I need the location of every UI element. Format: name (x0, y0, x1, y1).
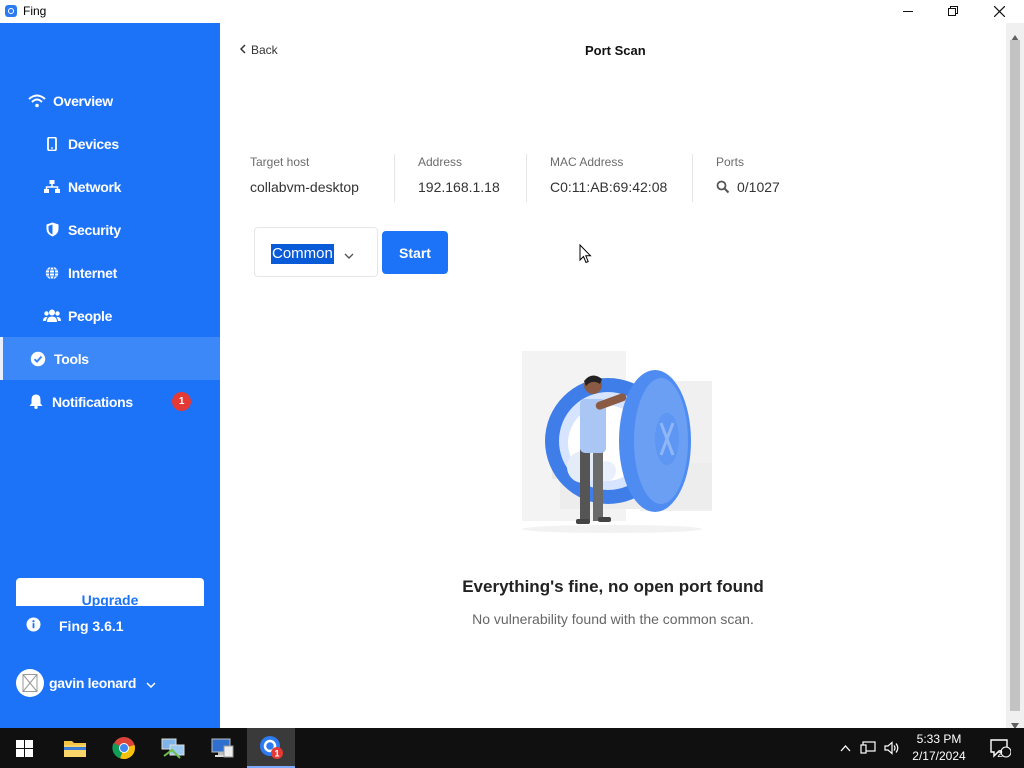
close-button[interactable] (976, 0, 1022, 22)
vertical-scrollbar[interactable] (1006, 23, 1024, 729)
sidebar-item-devices[interactable]: Devices (0, 122, 220, 165)
address-info: Address 192.168.1.18 (418, 155, 500, 195)
mac-label: MAC Address (550, 155, 624, 169)
sidebar-item-notifications[interactable]: Notifications 1 (0, 380, 220, 423)
network-icon (42, 177, 62, 197)
sidebar-item-label: Security (68, 221, 121, 238)
people-icon (42, 306, 62, 326)
globe-icon (42, 263, 62, 283)
fing-app-icon (5, 5, 17, 17)
start-button-windows-icon[interactable] (0, 728, 48, 768)
title-bar: Fing (0, 0, 1024, 23)
scrollbar-thumb[interactable] (1010, 40, 1020, 711)
address-label: Address (418, 155, 463, 169)
sidebar-item-network[interactable]: Network (0, 165, 220, 208)
network-tool-icon[interactable] (149, 728, 197, 768)
scan-type-select[interactable]: Common (254, 227, 378, 277)
divider (394, 154, 395, 202)
sidebar-item-overview[interactable]: Overview (0, 79, 220, 122)
search-icon (716, 180, 730, 194)
ports-value-row: 0/1027 (716, 179, 780, 195)
main-content: Back Port Scan Target host collabvm-desk… (220, 23, 1006, 728)
wifi-icon (27, 91, 47, 111)
sidebar-item-label: Tools (54, 350, 89, 367)
user-name: gavin leonard (49, 675, 137, 691)
target-host-value: collabvm-desktop (250, 179, 359, 195)
version-info: Fing 3.6.1 (26, 617, 124, 635)
mouse-cursor-icon (579, 243, 592, 269)
scroll-down-arrow-icon[interactable] (1011, 716, 1019, 729)
sidebar-item-internet[interactable]: Internet (0, 251, 220, 294)
sidebar-item-security[interactable]: Security (0, 208, 220, 251)
divider (526, 154, 527, 202)
empty-state-title: Everything's fine, no open port found (462, 577, 764, 596)
sidebar-item-tools[interactable]: Tools (0, 337, 220, 380)
window-title: Fing (23, 4, 47, 18)
shield-icon (42, 220, 62, 240)
target-host-info: Target host collabvm-desktop (250, 155, 359, 195)
fing-taskbar-icon[interactable]: 1 (247, 728, 295, 768)
sidebar-item-label: Notifications (52, 393, 133, 410)
back-button[interactable]: Back (239, 43, 278, 57)
mac-info: MAC Address C0:11:AB:69:42:08 (550, 155, 667, 195)
chrome-icon[interactable] (100, 728, 148, 768)
action-center-icon[interactable]: 2 (976, 728, 1024, 768)
network-status-icon[interactable] (860, 741, 876, 755)
chevron-down-icon (146, 675, 156, 691)
info-icon (26, 617, 41, 635)
sidebar: Overview Devices Network Security Intern… (0, 23, 220, 728)
ports-value: 0/1027 (737, 179, 780, 195)
restore-button[interactable] (930, 0, 976, 22)
upgrade-button[interactable]: Upgrade (16, 578, 204, 606)
file-explorer-icon[interactable] (51, 728, 99, 768)
notification-count: 2 (997, 749, 1003, 760)
ports-label: Ports (716, 155, 745, 169)
address-value: 192.168.1.18 (418, 179, 500, 195)
phone-icon (42, 134, 62, 154)
mac-value: C0:11:AB:69:42:08 (550, 179, 668, 195)
sidebar-item-label: Internet (68, 264, 117, 281)
remote-desktop-icon[interactable] (198, 728, 246, 768)
sidebar-item-label: People (68, 307, 113, 324)
page-title: Port Scan (585, 43, 646, 58)
start-button[interactable]: Start (382, 231, 448, 274)
scan-type-value: Common (271, 244, 334, 264)
sidebar-item-label: Network (68, 178, 122, 195)
clock-date: 2/17/2024 (912, 749, 966, 763)
scroll-up-arrow-icon[interactable] (1011, 28, 1019, 41)
back-label: Back (251, 43, 278, 57)
clock-time: 5:33 PM (916, 732, 962, 746)
target-host-label: Target host (250, 155, 310, 169)
taskbar-clock[interactable]: 5:33 PM 2/17/2024 (900, 731, 978, 765)
fing-window: Fing Overview Devices Network Security I… (0, 0, 1024, 729)
taskbar: 1 5:33 PM 2/17/2024 2 (0, 728, 1024, 768)
bell-icon (26, 392, 46, 412)
avatar (16, 669, 44, 697)
sidebar-item-label: Devices (68, 135, 119, 152)
version-label: Fing 3.6.1 (59, 618, 124, 634)
sidebar-item-label: Overview (53, 92, 113, 109)
ports-info: Ports 0/1027 (716, 155, 780, 195)
divider (692, 154, 693, 202)
check-circle-icon (28, 349, 48, 369)
user-menu[interactable]: gavin leonard (16, 669, 156, 697)
sidebar-item-people[interactable]: People (0, 294, 220, 337)
chevron-up-icon[interactable] (840, 744, 851, 752)
empty-state-illustration (520, 351, 713, 535)
minimize-button[interactable] (885, 0, 931, 22)
notification-badge: 1 (172, 392, 191, 411)
fing-badge-count: 1 (274, 749, 279, 759)
empty-state-subtitle: No vulnerability found with the common s… (472, 611, 754, 627)
volume-icon[interactable] (884, 741, 900, 755)
chevron-left-icon (239, 43, 246, 57)
chevron-down-icon (344, 246, 354, 264)
system-tray (840, 728, 900, 768)
